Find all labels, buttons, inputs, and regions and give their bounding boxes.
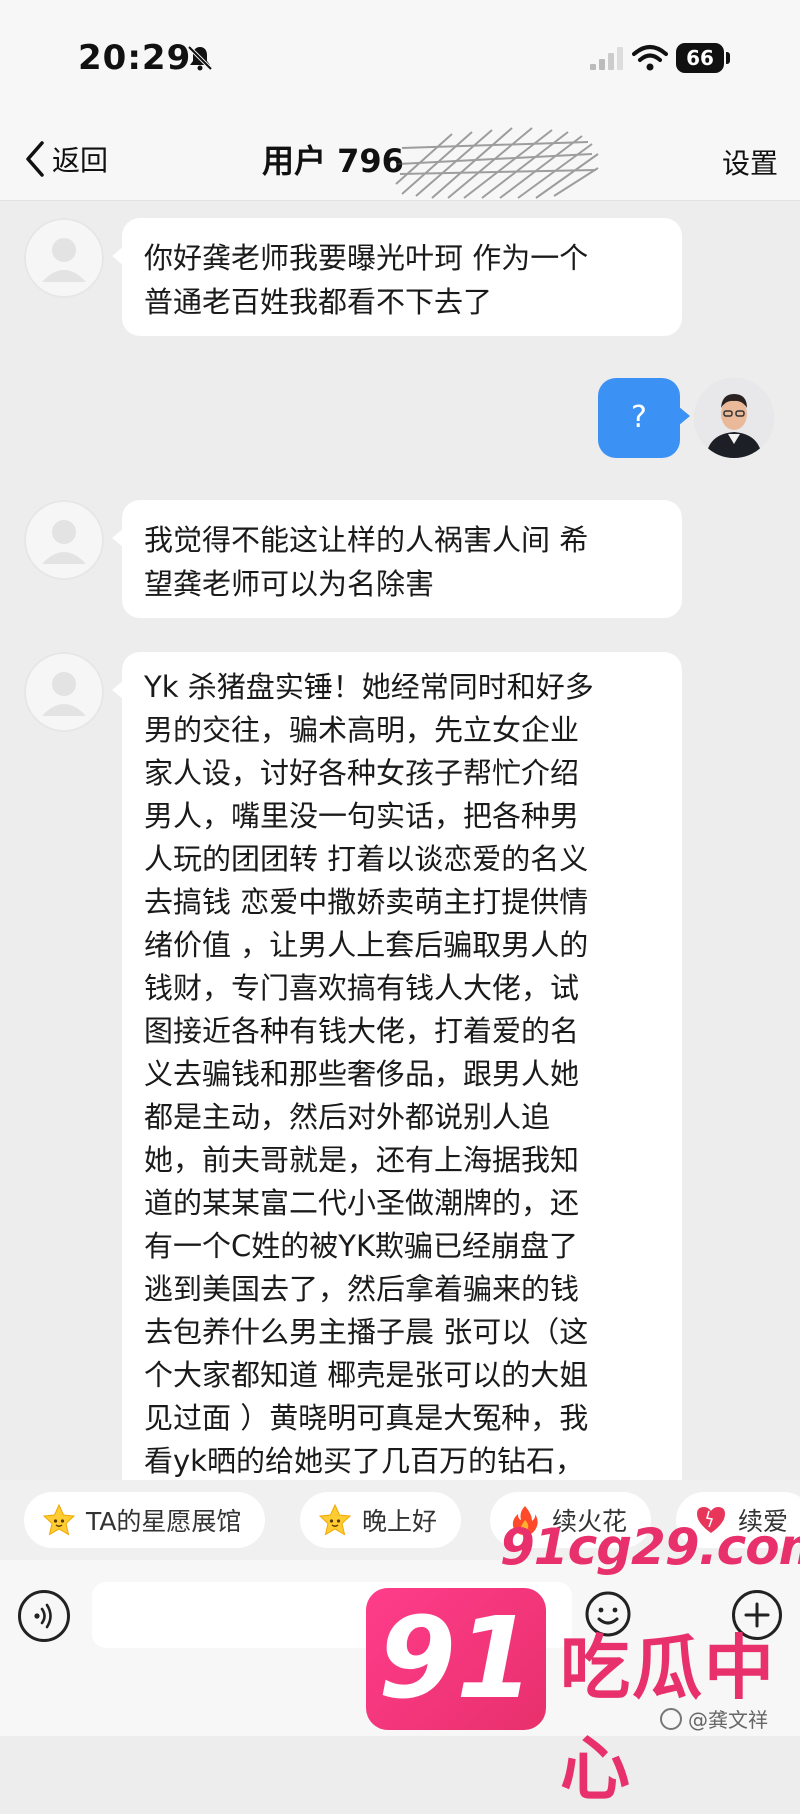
chip-good-evening[interactable]: 晚上好 bbox=[300, 1492, 462, 1548]
message-line: 她，前夫哥就是，还有上海据我知 bbox=[144, 1143, 580, 1177]
message-bubble-incoming[interactable]: 我觉得不能这让样的人祸害人间 希 望龚老师可以为名除害 bbox=[112, 500, 682, 618]
message-line: 都是主动，然后对外都说别人追 bbox=[144, 1100, 551, 1134]
star-face-icon bbox=[318, 1503, 352, 1536]
back-button[interactable]: 返回 bbox=[22, 134, 108, 184]
message-bubble-incoming[interactable]: Yk 杀猪盘实锤！她经常同时和好多 男的交往，骗术高明，先立女企业 家人设，讨好… bbox=[112, 652, 682, 1492]
status-bar: 20:29 66 bbox=[0, 0, 800, 120]
message-line: 义去骗钱和那些奢侈品，跟男人她 bbox=[144, 1057, 580, 1091]
chevron-left-icon bbox=[26, 141, 44, 177]
message-line: 个大家都知道 椰壳是张可以的大姐 bbox=[144, 1358, 589, 1392]
chip-label: TA的星愿展馆 bbox=[86, 1507, 242, 1536]
message-line: 望龚老师可以为名除害 bbox=[144, 567, 435, 601]
message-line: 钱财，专门喜欢搞有钱人大佬，试 bbox=[144, 971, 580, 1005]
voice-input-button[interactable] bbox=[18, 1590, 70, 1642]
page-title: 用户 796 bbox=[262, 142, 404, 180]
voice-icon bbox=[34, 1603, 52, 1629]
contact-avatar[interactable] bbox=[24, 500, 104, 580]
contact-avatar[interactable] bbox=[24, 218, 104, 298]
message-line: 逃到美国去了，然后拿着骗来的钱 bbox=[144, 1272, 580, 1306]
message-line: 去搞钱 恋爱中撒娇卖萌主打提供情 bbox=[144, 885, 589, 919]
weibo-handle: @龚文祥 bbox=[688, 1708, 768, 1732]
message-line: 男人，嘴里没一句实话，把各种男 bbox=[144, 799, 580, 833]
signal-icon bbox=[590, 47, 623, 70]
watermark-site: 91cg29.com bbox=[500, 1518, 800, 1576]
chip-star-gallery[interactable]: TA的星愿展馆 bbox=[24, 1492, 266, 1548]
message-bubble-incoming[interactable]: 你好龚老师我要曝光叶珂 作为一个 普通老百姓我都看不下去了 bbox=[112, 218, 682, 336]
contact-avatar[interactable] bbox=[24, 652, 104, 732]
message-line: Yk 杀猪盘实锤！她经常同时和好多 bbox=[144, 670, 594, 704]
redaction-scribble bbox=[395, 127, 599, 199]
message-line: 家人设，讨好各种女孩子帮忙介绍 bbox=[144, 756, 580, 790]
default-avatar-icon bbox=[24, 218, 104, 298]
message-line: 有一个C姓的被YK欺骗已经崩盘了 bbox=[144, 1229, 578, 1263]
default-avatar-icon bbox=[24, 500, 104, 580]
battery-tip bbox=[726, 52, 730, 64]
message-line: 男的交往，骗术高明，先立女企业 bbox=[144, 713, 580, 747]
message-bubble-outgoing[interactable]: ? bbox=[598, 378, 690, 458]
message-line: 看yk晒的给她买了几百万的钻石， bbox=[144, 1444, 584, 1478]
message-line: 图接近各种有钱大佬，打着爱的名 bbox=[144, 1014, 580, 1048]
message-line: 普通老百姓我都看不下去了 bbox=[144, 285, 493, 319]
battery-indicator: 66 bbox=[676, 43, 724, 73]
default-avatar-icon bbox=[24, 652, 104, 732]
chip-label: 晚上好 bbox=[362, 1507, 438, 1536]
user-photo-avatar bbox=[694, 378, 774, 458]
message-line: 人玩的团团转 打着以谈恋爱的名义 bbox=[144, 842, 589, 876]
message-line: 道的某某富二代小圣做潮牌的，还 bbox=[144, 1186, 580, 1220]
message-line: 见过面 ）黄晓明可真是大冤种，我 bbox=[144, 1401, 589, 1435]
message-line: 你好龚老师我要曝光叶珂 作为一个 bbox=[144, 241, 589, 275]
weibo-watermark: @龚文祥 bbox=[660, 1704, 768, 1733]
message-text: ? bbox=[631, 400, 647, 435]
wifi-icon bbox=[632, 45, 668, 71]
chat-header: 返回 用户 796 设置 bbox=[0, 120, 800, 201]
status-time: 20:29 bbox=[78, 38, 192, 78]
weibo-icon bbox=[660, 1707, 682, 1730]
back-label: 返回 bbox=[52, 144, 109, 177]
settings-button[interactable]: 设置 bbox=[722, 142, 778, 182]
self-avatar[interactable] bbox=[694, 378, 774, 458]
star-face-icon bbox=[42, 1503, 76, 1536]
watermark-badge: 91 bbox=[366, 1588, 546, 1730]
message-line: 绪价值 ，让男人上套后骗取男人的 bbox=[144, 928, 589, 962]
muted-bell-icon bbox=[187, 45, 213, 71]
message-line: 我觉得不能这让样的人祸害人间 希 bbox=[144, 523, 589, 557]
message-line: 去包养什么男主播子晨 张可以（这 bbox=[144, 1315, 589, 1349]
